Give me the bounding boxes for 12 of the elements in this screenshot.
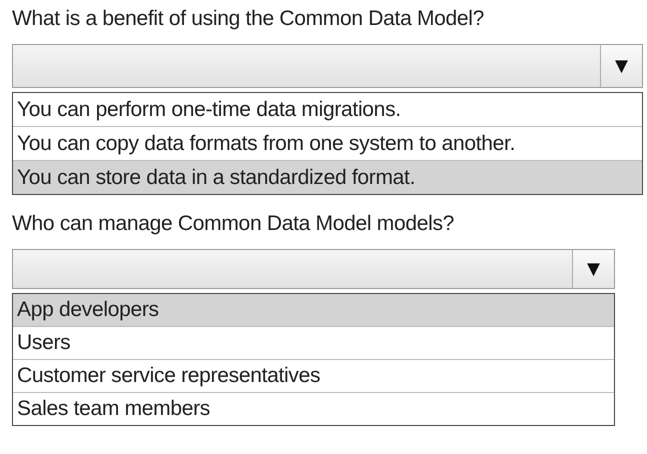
dropdown-button[interactable]: ▼ [572, 250, 614, 288]
dropdown-button[interactable]: ▼ [600, 45, 642, 87]
dropdown-option[interactable]: Customer service representatives [13, 360, 614, 393]
dropdown-option[interactable]: Sales team members [13, 393, 614, 425]
dropdown-field[interactable]: ▼ [12, 44, 643, 88]
dropdown-option[interactable]: App developers [13, 294, 614, 327]
dropdown-option[interactable]: Users [13, 327, 614, 360]
dropdown-option[interactable]: You can perform one-time data migrations. [13, 93, 642, 127]
dropdown-option[interactable]: You can store data in a standardized format. [13, 161, 642, 194]
question-text: What is a benefit of using the Common Data Model? [12, 6, 486, 32]
question-text: Who can manage Common Data Model models? [12, 211, 456, 237]
dropdown-field[interactable]: ▼ [12, 249, 615, 289]
